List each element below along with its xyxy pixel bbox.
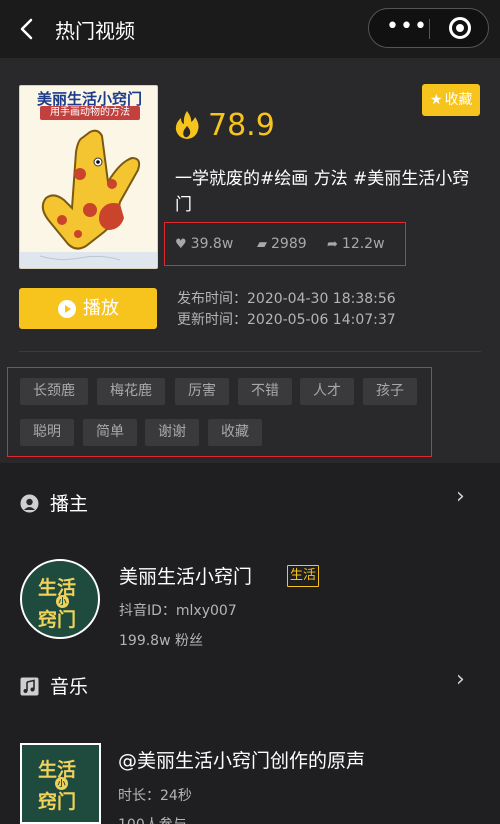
heat-score: 78.9 bbox=[208, 108, 275, 143]
tag-item[interactable]: 梅花鹿 bbox=[97, 378, 165, 405]
likes-stat: ♥ 39.8w bbox=[175, 236, 233, 252]
stats-highlight-box: ♥ 39.8w ▰ 2989 ➦ 12.2w bbox=[164, 222, 406, 266]
star-icon: ★ bbox=[430, 92, 443, 108]
tag-item[interactable]: 简单 bbox=[83, 419, 137, 446]
music-title[interactable]: @美丽生活小窍门创作的原声 bbox=[118, 746, 365, 773]
thumbnail-subtitle: 用手画动物的方法 bbox=[40, 106, 140, 120]
fans-count: 199.8w 粉丝 bbox=[119, 633, 203, 649]
category-badge: 生活 bbox=[287, 565, 319, 587]
comments-count: 2989 bbox=[271, 236, 307, 252]
likes-count: 39.8w bbox=[190, 236, 234, 252]
capsule-divider bbox=[429, 19, 430, 39]
more-dots-icon[interactable]: ••• bbox=[385, 16, 429, 41]
streamer-name[interactable]: 美丽生活小窍门 bbox=[119, 562, 252, 589]
music-cover[interactable]: 生活 小 窍门 bbox=[20, 743, 101, 824]
update-time: 更新时间：2020-05-06 14:07:37 bbox=[177, 312, 396, 328]
tag-item[interactable]: 人才 bbox=[300, 378, 354, 405]
tag-item[interactable]: 不错 bbox=[238, 378, 292, 405]
flame-icon bbox=[175, 111, 199, 139]
card-divider bbox=[19, 351, 481, 352]
giraffe-hand-illustration bbox=[20, 129, 157, 268]
video-dates: 发布时间：2020-04-30 18:38:56 更新时间：2020-05-06… bbox=[177, 289, 396, 331]
video-title: 一学就废的#绘画 方法 #美丽生活小窍门 bbox=[175, 169, 470, 215]
streamer-avatar[interactable]: 生活 小 窍门 bbox=[20, 559, 100, 639]
chevron-right-icon[interactable]: › bbox=[456, 667, 465, 692]
back-icon[interactable] bbox=[14, 16, 40, 42]
streamer-section-title: 播主 bbox=[50, 493, 89, 515]
page-title: 热门视频 bbox=[55, 19, 135, 43]
cover-logo-line2: 窍门 bbox=[38, 791, 77, 813]
chevron-right-icon[interactable]: › bbox=[456, 484, 465, 509]
publish-time: 发布时间：2020-04-30 18:38:56 bbox=[177, 291, 396, 307]
music-section-title: 音乐 bbox=[50, 676, 89, 698]
music-note-icon bbox=[20, 677, 39, 696]
tag-item[interactable]: 谢谢 bbox=[145, 419, 199, 446]
nav-bar: 热门视频 ••• bbox=[0, 0, 500, 58]
streamer-icon bbox=[20, 494, 39, 513]
video-card: 美丽生活小窍门 用手画动物的方法 ★ 收藏 78.9 一学就废的#绘画 方法 #美… bbox=[0, 58, 500, 463]
tag-item[interactable]: 长颈鹿 bbox=[20, 378, 88, 405]
target-circle-icon[interactable] bbox=[449, 17, 471, 39]
music-duration: 时长：24秒 bbox=[118, 788, 192, 804]
heart-icon: ♥ bbox=[175, 237, 187, 252]
share-icon: ➦ bbox=[327, 237, 338, 252]
tag-item[interactable]: 聪明 bbox=[20, 419, 74, 446]
play-icon bbox=[58, 300, 76, 318]
favorite-label: 收藏 bbox=[444, 92, 473, 108]
music-participants: 100人参与 bbox=[118, 814, 187, 824]
play-label: 播放 bbox=[83, 298, 119, 319]
favorite-button[interactable]: ★ 收藏 bbox=[422, 84, 480, 116]
music-section-header[interactable]: 音乐 › bbox=[0, 667, 500, 707]
video-thumbnail[interactable]: 美丽生活小窍门 用手画动物的方法 bbox=[19, 85, 158, 269]
tag-item[interactable]: 收藏 bbox=[208, 419, 262, 446]
comments-stat: ▰ 2989 bbox=[257, 236, 307, 252]
shares-stat: ➦ 12.2w bbox=[327, 236, 385, 252]
douyin-id: 抖音ID：mlxy007 bbox=[119, 603, 237, 619]
mini-program-capsule: ••• bbox=[368, 8, 489, 48]
tags-highlight-box: 长颈鹿 梅花鹿 厉害 不错 人才 孩子 聪明 简单 谢谢 收藏 bbox=[7, 367, 432, 457]
tag-item[interactable]: 厉害 bbox=[175, 378, 229, 405]
play-button[interactable]: 播放 bbox=[19, 288, 157, 329]
avatar-logo-line2: 窍门 bbox=[38, 609, 77, 631]
tag-item[interactable]: 孩子 bbox=[363, 378, 417, 405]
streamer-section-header[interactable]: 播主 › bbox=[0, 484, 500, 524]
comment-icon: ▰ bbox=[257, 237, 267, 252]
shares-count: 12.2w bbox=[341, 236, 385, 252]
